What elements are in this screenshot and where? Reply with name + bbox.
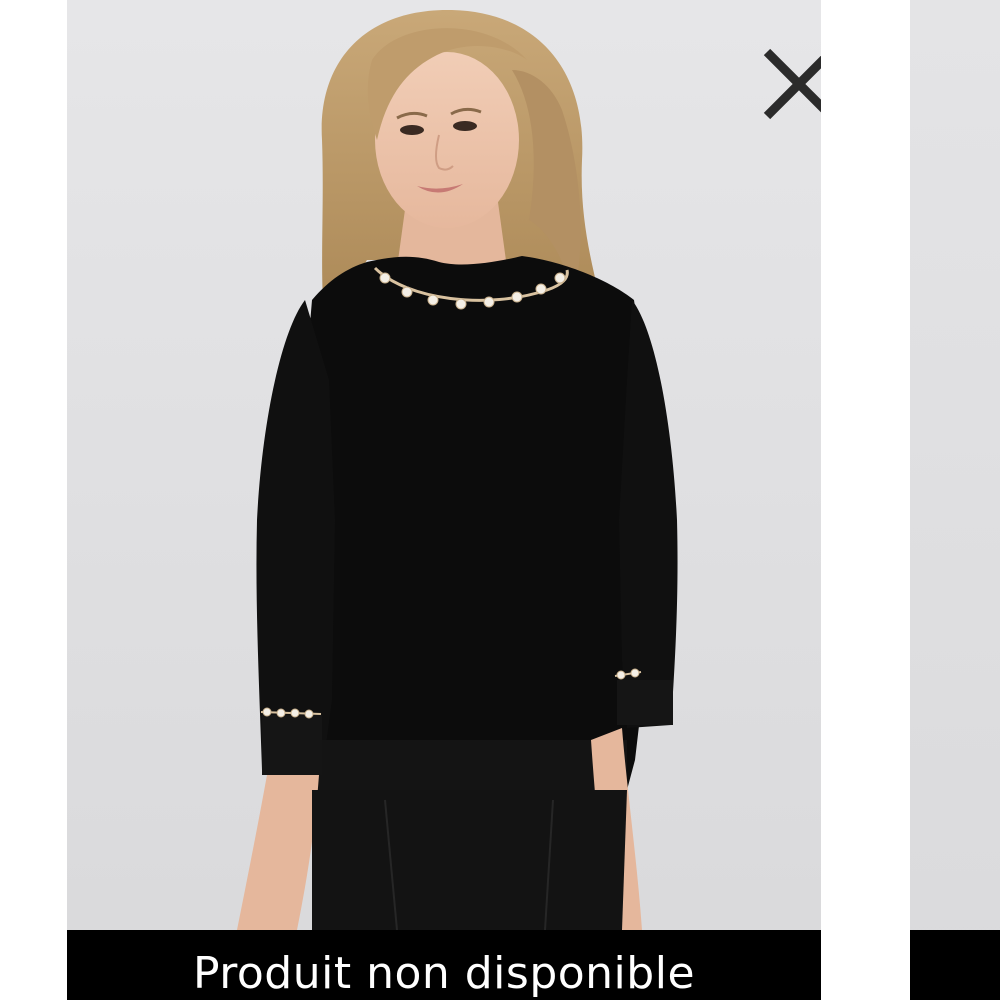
next-card-banner — [910, 930, 1000, 1000]
product-carousel: Produit non disponible — [0, 0, 1000, 1000]
status-label: Produit non disponible — [192, 948, 696, 999]
unavailable-banner: Produit non disponible — [67, 930, 821, 1000]
product-card[interactable]: Produit non disponible — [67, 0, 821, 1000]
close-icon[interactable] — [759, 44, 821, 126]
next-product-card-partial[interactable] — [910, 0, 1000, 1000]
product-photo — [237, 9, 678, 930]
